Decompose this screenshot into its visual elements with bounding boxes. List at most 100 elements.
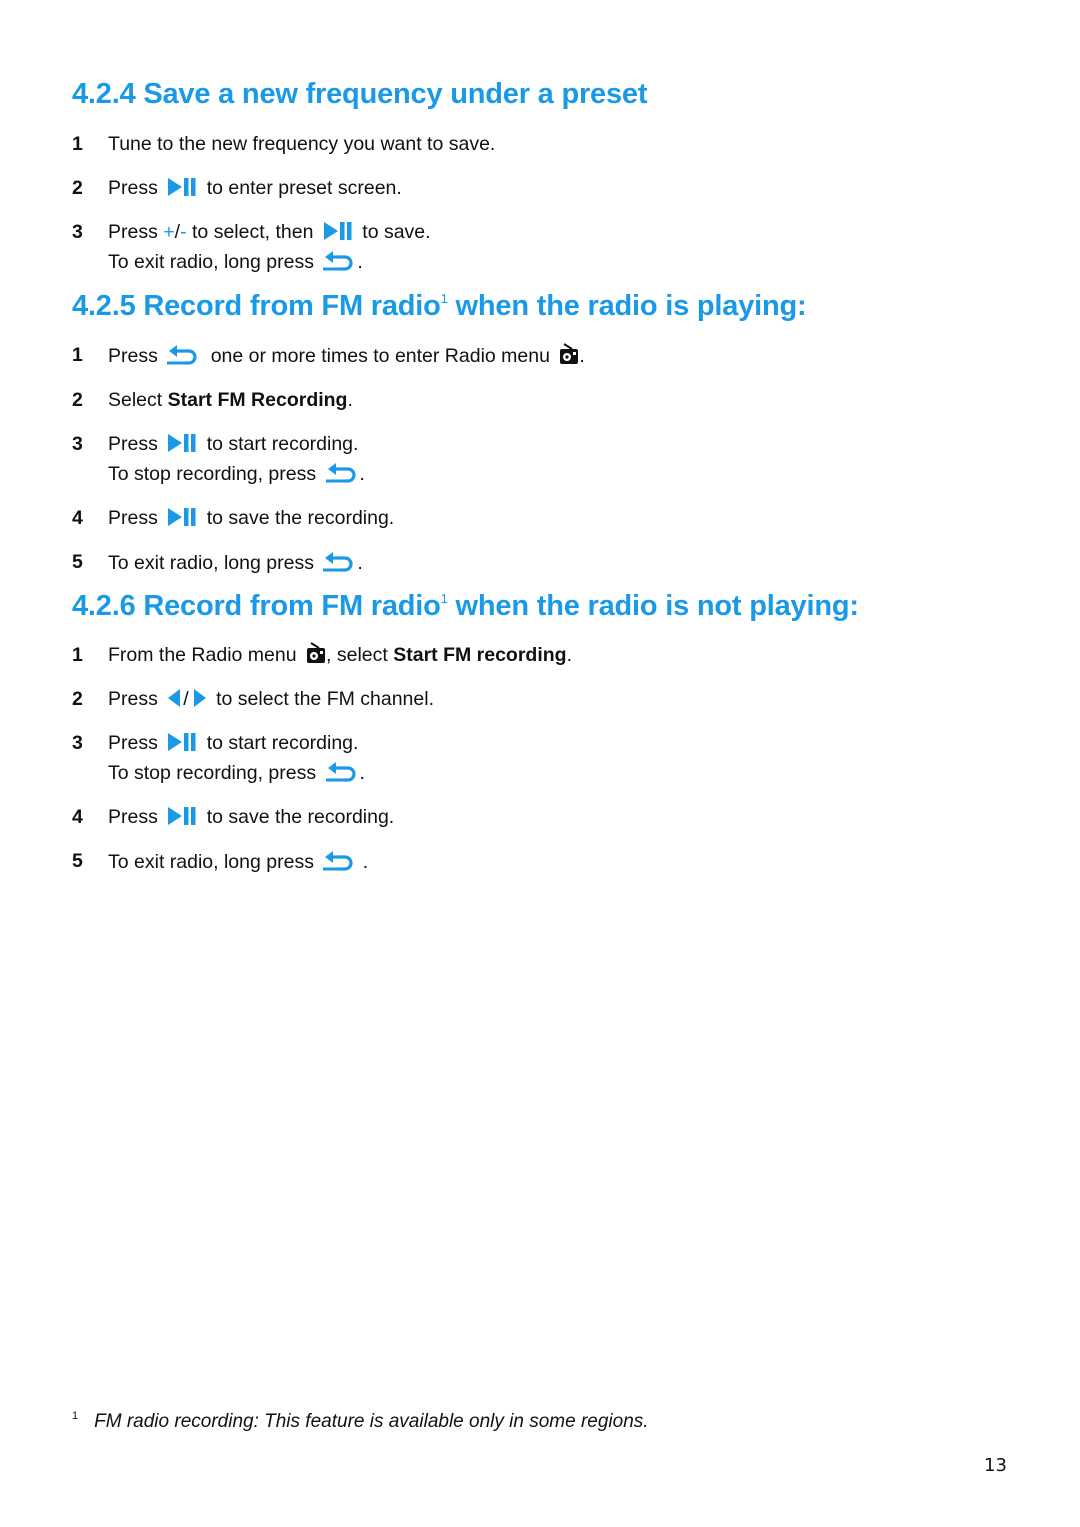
step-text: To exit radio, long press <box>108 552 314 574</box>
step-number: 2 <box>72 177 83 199</box>
step-text: to start recording. <box>206 732 359 754</box>
menu-option: Start FM Recording <box>167 389 348 411</box>
step-number: 1 <box>72 644 83 666</box>
list-item: 1 From the Radio menu , select Start FM … <box>72 641 572 670</box>
step-number: 4 <box>72 806 83 828</box>
footnote-text: FM radio recording: This feature is avai… <box>94 1411 649 1432</box>
step-text: Press <box>108 688 158 710</box>
section-4-2-6: 4.2.6 Record from FM radio1 when the rad… <box>72 590 859 623</box>
step-text: , select <box>326 644 394 666</box>
step-number: 4 <box>72 507 83 529</box>
section-number: 4.2.5 <box>72 290 136 322</box>
radio-icon <box>306 642 326 664</box>
step-text: to start recording. <box>206 433 359 455</box>
step-text: To stop recording, press <box>108 463 317 485</box>
list-item: 4 Press to save the recording. <box>72 803 572 832</box>
steps-4-2-5: 1 Press one or more times to enter Radio… <box>72 341 585 578</box>
period: . <box>359 463 365 485</box>
step-text: to enter preset screen. <box>206 177 402 199</box>
footnote-ref: 1 <box>440 591 448 606</box>
footnote-mark: 1 <box>72 1410 79 1422</box>
step-text: one or more times to enter Radio menu <box>210 345 550 367</box>
period: . <box>566 644 572 666</box>
step-text: Tune to the new frequency you want to sa… <box>108 133 496 155</box>
period: . <box>359 762 365 784</box>
step-number: 1 <box>72 344 83 366</box>
step-text: Press <box>108 221 158 243</box>
period: . <box>357 851 369 873</box>
minus-key: - <box>180 221 187 243</box>
list-item: 5 To exit radio, long press . <box>72 548 585 578</box>
step-number: 5 <box>72 551 83 573</box>
play-pause-icon <box>167 507 197 527</box>
step-text: Press <box>108 177 158 199</box>
period: . <box>579 345 585 367</box>
section-4-2-5: 4.2.5 Record from FM radio1 when the rad… <box>72 290 807 323</box>
step-text: Press <box>108 507 158 529</box>
section-title: Record from FM radio <box>143 590 441 622</box>
period: . <box>357 251 363 273</box>
section-title: Record from FM radio <box>143 290 441 322</box>
play-pause-icon <box>167 433 197 453</box>
step-text: to save the recording. <box>206 507 395 529</box>
step-number: 3 <box>72 221 83 243</box>
play-pause-icon <box>323 221 353 241</box>
section-title: Save a new frequency under a preset <box>143 78 648 110</box>
list-item: 2 Press / to select the FM channel. <box>72 685 572 714</box>
step-number: 3 <box>72 732 83 754</box>
section-number: 4.2.4 <box>72 78 136 110</box>
step-text: to select, then <box>192 221 314 243</box>
play-pause-icon <box>167 732 197 752</box>
back-arrow-icon <box>323 247 357 271</box>
step-number: 5 <box>72 850 83 872</box>
list-item: 2 Select Start FM Recording. <box>72 386 585 415</box>
section-heading: 4.2.5 Record from FM radio1 when the rad… <box>72 290 807 323</box>
step-number: 2 <box>72 389 83 411</box>
menu-option: Start FM recording <box>393 644 567 666</box>
play-pause-icon <box>167 806 197 826</box>
steps-4-2-6: 1 From the Radio menu , select Start FM … <box>72 641 572 877</box>
step-number: 3 <box>72 433 83 455</box>
back-arrow-icon <box>167 341 201 365</box>
page-number: 13 <box>984 1455 1007 1476</box>
section-title: when the radio is playing: <box>447 290 807 322</box>
step-text: Press <box>108 732 158 754</box>
list-item: 1 Press one or more times to enter Radio… <box>72 341 585 371</box>
section-heading: 4.2.6 Record from FM radio1 when the rad… <box>72 590 859 623</box>
right-arrow-icon <box>193 688 207 708</box>
back-arrow-icon <box>323 847 357 871</box>
step-number: 2 <box>72 688 83 710</box>
step-text: To exit radio, long press <box>108 251 314 273</box>
radio-icon <box>559 343 579 365</box>
list-item: 3 Press +/- to select, then to save. To … <box>72 218 495 277</box>
step-text: To stop recording, press <box>108 762 317 784</box>
step-text: to select the FM channel. <box>216 688 434 710</box>
slash: / <box>183 688 189 710</box>
section-title: when the radio is not playing: <box>447 590 859 622</box>
period: . <box>357 552 363 574</box>
back-arrow-icon <box>323 548 357 572</box>
step-text: to save the recording. <box>206 806 395 828</box>
list-item: 3 Press to start recording. To stop reco… <box>72 729 572 788</box>
steps-4-2-4: 1 Tune to the new frequency you want to … <box>72 130 495 277</box>
back-arrow-icon <box>326 459 360 483</box>
footnote-ref: 1 <box>440 291 448 306</box>
list-item: 3 Press to start recording. To stop reco… <box>72 430 585 489</box>
back-arrow-icon <box>326 758 360 782</box>
period: . <box>347 389 353 411</box>
list-item: 2 Press to enter preset screen. <box>72 174 495 203</box>
section-number: 4.2.6 <box>72 590 136 622</box>
list-item: 4 Press to save the recording. <box>72 504 585 533</box>
footnote: 1 FM radio recording: This feature is ava… <box>72 1410 649 1433</box>
step-text: To exit radio, long press <box>108 851 314 873</box>
step-text: From the Radio menu <box>108 644 297 666</box>
step-text: Select <box>108 389 168 411</box>
list-item: 5 To exit radio, long press . <box>72 847 572 877</box>
plus-key: + <box>163 221 175 243</box>
step-text: Press <box>108 345 158 367</box>
step-text: to save. <box>362 221 431 243</box>
step-text: Press <box>108 806 158 828</box>
section-heading: 4.2.4 Save a new frequency under a prese… <box>72 78 647 111</box>
step-text: Press <box>108 433 158 455</box>
left-arrow-icon <box>167 688 181 708</box>
